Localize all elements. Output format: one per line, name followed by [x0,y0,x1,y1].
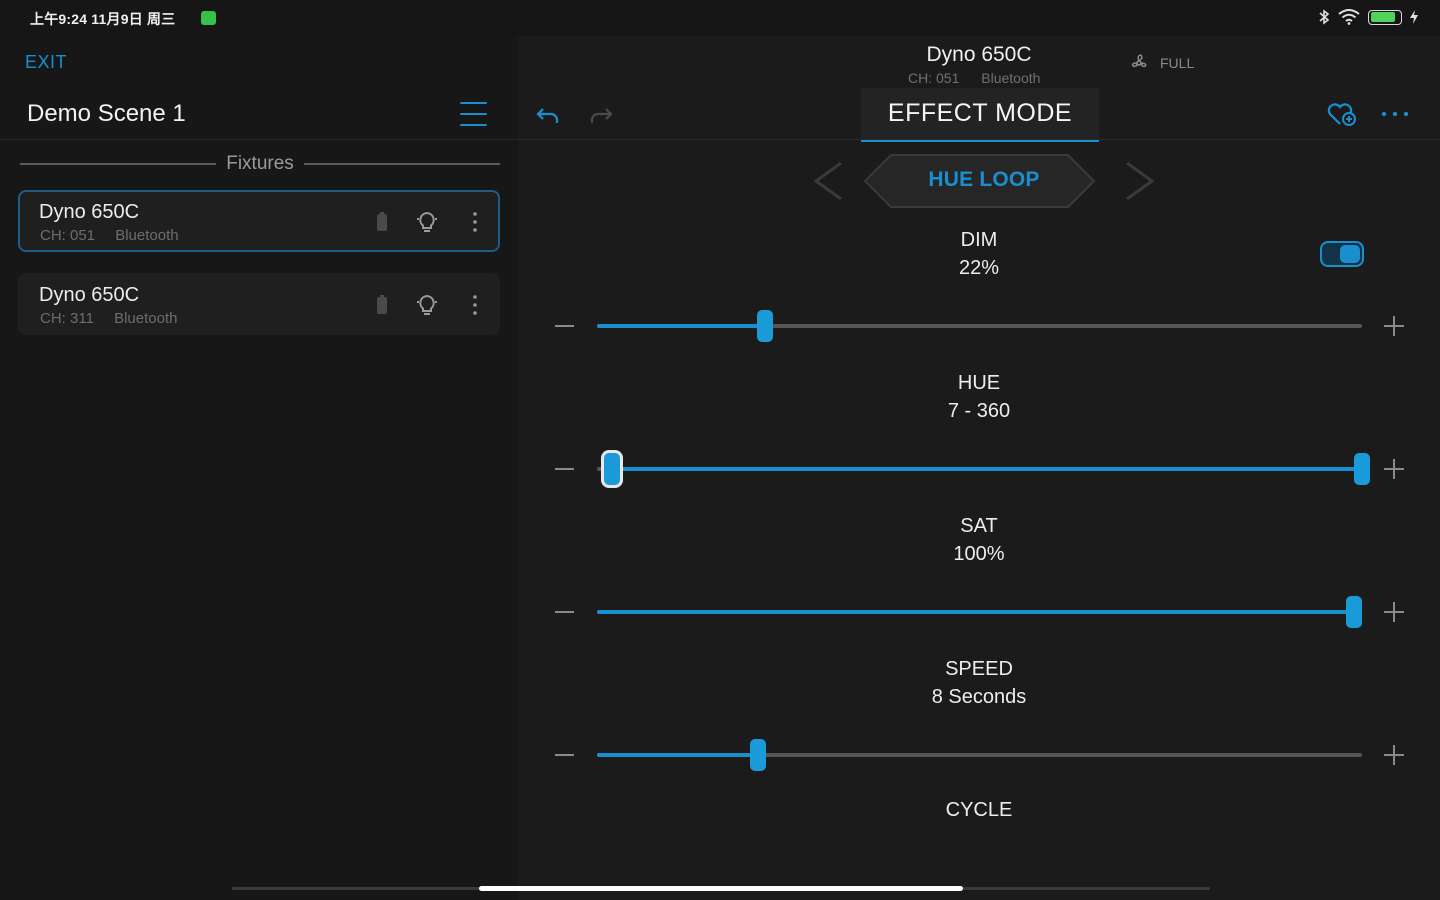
more-vertical-icon[interactable] [463,209,487,235]
fixture-name: Dyno 650C [39,284,140,306]
dim-slider[interactable] [597,310,1362,342]
dim-decrease-button[interactable] [555,325,574,327]
device-name: Dyno 650C [926,43,1032,66]
redo-icon[interactable] [588,102,614,128]
scene-title: Demo Scene 1 [27,100,186,127]
hue-range-slider[interactable] [597,450,1370,488]
fan-icon [1131,54,1147,68]
hue-increase-button[interactable] [1384,459,1404,479]
hue-slider-row [518,449,1440,489]
hue-decrease-button[interactable] [555,468,574,470]
battery-vertical-icon [377,295,387,314]
device-info: CH: 051 Bluetooth [908,70,1058,86]
hue-max-thumb[interactable] [1354,453,1370,485]
exit-button[interactable]: EXIT [25,52,67,73]
dim-toggle[interactable] [1320,241,1364,267]
fixture-control-panel: Dyno 650C CH: 051 Bluetooth FULL EFFECT … [518,36,1440,900]
fan-mode-button[interactable]: FULL [1128,52,1194,74]
dim-slider-thumb[interactable] [757,310,773,342]
fixtures-section-header: Fixtures [20,152,501,176]
cycle-label: CYCLE [945,799,1013,819]
dim-value: 22% [958,257,1000,279]
wifi-icon [1338,9,1360,25]
sat-decrease-button[interactable] [555,611,574,613]
tab-effect-mode[interactable]: EFFECT MODE [861,88,1099,142]
charging-icon [1410,10,1418,24]
speed-slider[interactable] [597,739,1362,771]
sat-value: 100% [953,543,1005,565]
speed-slider-row [518,735,1440,775]
bluetooth-icon [1319,9,1330,25]
more-vertical-icon[interactable] [463,292,487,318]
fixture-card[interactable]: Dyno 650C CH: 311 Bluetooth [18,273,500,335]
status-icons [1318,9,1418,25]
hue-min-thumb[interactable] [601,450,623,488]
fixture-connection: Bluetooth [115,227,179,244]
dim-slider-row [518,306,1440,346]
hue-label: HUE [957,372,1001,394]
fixture-info: CH: 051 Bluetooth [40,227,195,244]
hue-value: 7 - 360 [947,400,1011,422]
fan-mode-label: FULL [1160,55,1195,71]
speed-increase-button[interactable] [1384,745,1404,765]
status-time: 上午9:24 11月9日 周三 [30,11,176,27]
sat-label: SAT [960,515,998,537]
battery-icon [1368,9,1402,25]
dim-label: DIM [960,229,998,251]
speed-decrease-button[interactable] [555,754,574,756]
speed-value: 8 Seconds [931,686,1027,708]
device-channel: CH: 051 [908,70,960,86]
notification-dot-icon [201,11,216,25]
status-bar: 上午9:24 11月9日 周三 [0,0,1440,36]
bulb-icon[interactable] [415,209,439,235]
fixture-connection: Bluetooth [114,310,178,327]
divider [518,139,1440,140]
effect-name-button[interactable]: HUE LOOP [808,168,1160,192]
fixture-card[interactable]: Dyno 650C CH: 051 Bluetooth [18,190,500,252]
fixtures-header-label: Fixtures [226,153,294,174]
home-indicator[interactable] [479,886,963,891]
battery-vertical-icon [377,212,387,231]
bulb-icon[interactable] [415,292,439,318]
effect-selector: HUE LOOP [808,150,1160,212]
fixture-info: CH: 311 Bluetooth [40,310,193,327]
favorite-add-icon[interactable] [1326,100,1358,128]
sat-slider-thumb[interactable] [1346,596,1362,628]
device-connection: Bluetooth [981,70,1041,86]
fixture-name: Dyno 650C [39,201,140,223]
speed-label: SPEED [945,658,1013,680]
sat-increase-button[interactable] [1384,602,1404,622]
speed-slider-thumb[interactable] [750,739,766,771]
more-horizontal-icon[interactable] [1378,100,1412,128]
sat-slider-row [518,592,1440,632]
menu-icon[interactable] [460,102,487,128]
fixture-channel: CH: 051 [40,227,96,244]
dim-increase-button[interactable] [1384,316,1404,336]
divider [0,139,518,140]
fixture-channel: CH: 311 [40,310,94,327]
sat-slider[interactable] [597,596,1362,628]
scene-sidebar: EXIT Demo Scene 1 Fixtures Dyno 650C CH:… [0,36,518,900]
undo-icon[interactable] [535,102,561,128]
